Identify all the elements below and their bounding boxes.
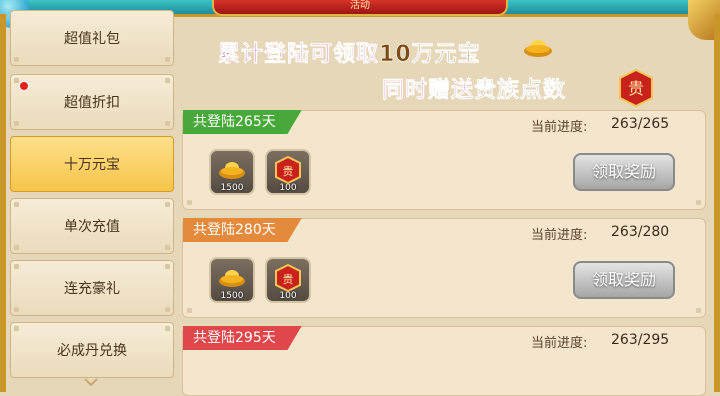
- title-text: 活动: [350, 0, 370, 11]
- svg-text:贵: 贵: [283, 165, 294, 178]
- reward-qty: 100: [279, 291, 297, 301]
- sidebar-item-label: 必成丹兑换: [57, 343, 127, 359]
- banner-text: 累计登陆可领取: [218, 42, 380, 68]
- reward-card: 共登陆265天 当前进度: 263/265 1500 贵 100 领取奖励: [182, 110, 706, 210]
- sidebar-item-label: 十万元宝: [64, 157, 120, 173]
- banner-highlight: 贵族点数: [474, 78, 567, 104]
- days-tag: 共登陆265天: [183, 110, 302, 134]
- progress-label: 当前进度:: [531, 120, 588, 135]
- reward-card: 共登陆280天 当前进度: 263/280 1500 贵 100 领取奖励: [182, 218, 706, 318]
- reward-item-ingot[interactable]: 1500: [209, 149, 255, 195]
- reward-item-noble[interactable]: 贵 100: [265, 257, 311, 303]
- chevron-down-icon[interactable]: [84, 378, 98, 386]
- svg-text:贵: 贵: [283, 273, 294, 286]
- noble-glyph: 贵: [628, 79, 644, 98]
- reward-qty: 1500: [220, 183, 244, 193]
- reward-item-ingot[interactable]: 1500: [209, 257, 255, 303]
- sidebar-item-label: 超值折扣: [64, 95, 120, 111]
- days-tag: 共登陆295天: [183, 326, 302, 350]
- progress-label: 当前进度:: [531, 336, 588, 351]
- days-tag: 共登陆280天: [183, 218, 302, 242]
- sidebar-item-discount[interactable]: 超值折扣: [10, 74, 174, 130]
- claim-reward-button[interactable]: 领取奖励: [573, 261, 675, 299]
- progress-value: 263/280: [611, 224, 670, 240]
- banner-text: 同时赠送: [382, 78, 475, 104]
- sidebar-item-label: 单次充值: [64, 219, 120, 235]
- sidebar-item-single-recharge[interactable]: 单次充值: [10, 198, 174, 254]
- reward-qty: 100: [279, 183, 297, 193]
- notification-dot-icon: [19, 81, 29, 91]
- reward-card: 共登陆295天 当前进度: 263/295: [182, 326, 706, 396]
- sidebar-item-continuous-recharge[interactable]: 连充豪礼: [10, 260, 174, 316]
- sidebar-item-hundred-thousand-ingots[interactable]: 十万元宝: [10, 136, 174, 192]
- progress-value: 263/265: [611, 116, 670, 132]
- sidebar-item-value-pack[interactable]: 超值礼包: [10, 10, 174, 66]
- reward-qty: 1500: [220, 291, 244, 301]
- progress-value: 263/295: [611, 332, 670, 348]
- frame-right: [714, 14, 720, 392]
- banner-line-1: 累计登陆可领取10万元宝: [218, 36, 481, 68]
- banner-amount: 10万元宝: [379, 42, 481, 68]
- sidebar-item-label: 连充豪礼: [64, 281, 120, 297]
- reward-item-noble[interactable]: 贵 100: [265, 149, 311, 195]
- gold-ingot-icon: [524, 40, 552, 57]
- banner-line-2: 同时赠送贵族点数: [382, 72, 566, 104]
- main-panel: 累计登陆可领取10万元宝 同时赠送贵族点数 贵 共登陆265天 当前进度: 26…: [176, 14, 708, 396]
- noble-badge-icon: 贵: [619, 68, 653, 108]
- sidebar-item-label: 超值礼包: [64, 31, 120, 47]
- sidebar: 超值礼包 超值折扣 十万元宝 单次充值 连充豪礼 必成丹兑换: [6, 10, 174, 392]
- sidebar-item-pill-exchange[interactable]: 必成丹兑换: [10, 322, 174, 378]
- progress-label: 当前进度:: [531, 228, 588, 243]
- claim-reward-button[interactable]: 领取奖励: [573, 153, 675, 191]
